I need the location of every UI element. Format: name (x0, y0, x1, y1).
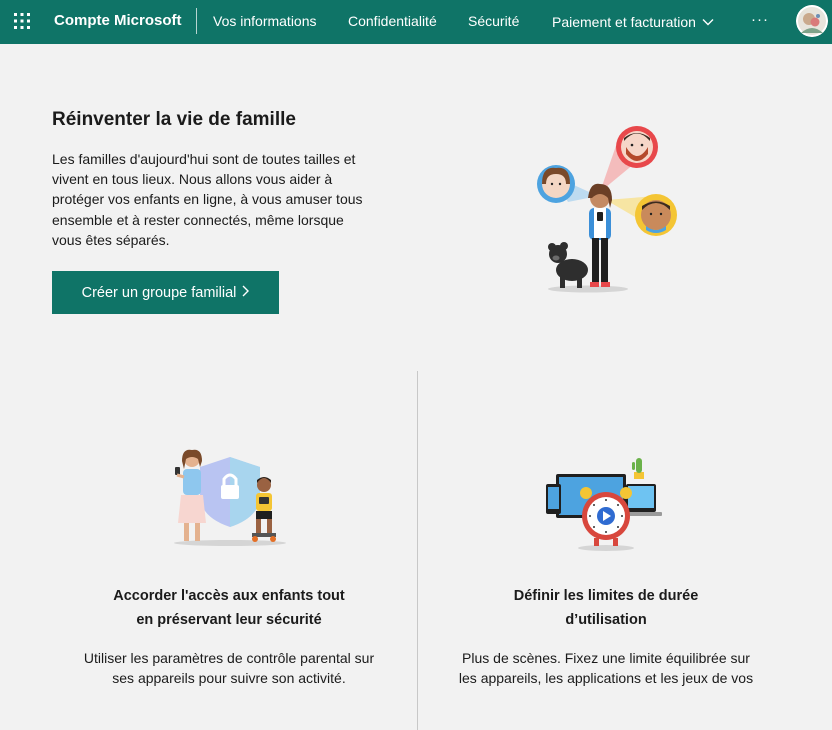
header-divider (196, 8, 197, 34)
card-screen-time-title-line2: d’utilisation (565, 612, 647, 628)
nav-paiement-facturation[interactable]: Paiement et facturation (552, 13, 714, 30)
create-family-group-button[interactable]: Créer un groupe familial (52, 271, 279, 314)
family-illustration (528, 124, 683, 299)
parental-control-illustration (164, 447, 294, 547)
card-parental-title-line2: en préservant leur sécurité (136, 612, 322, 628)
screen-time-illustration (542, 456, 672, 556)
nav-vos-informations[interactable]: Vos informations (213, 13, 317, 29)
nav-paiement-label: Paiement et facturation (552, 14, 696, 30)
chevron-right-icon (242, 285, 250, 301)
card-parental-title: Accorder l'accès aux enfants tout en pré… (79, 584, 379, 632)
card-parental-title-line1: Accorder l'accès aux enfants tout (113, 588, 345, 604)
card-parental-description: Utiliser les paramètres de contrôle pare… (83, 650, 375, 686)
card-screen-time-description: Plus de scènes. Fixez une limite équilib… (458, 650, 754, 686)
nav-securite[interactable]: Sécurité (468, 13, 519, 29)
brand-link[interactable]: Compte Microsoft (54, 12, 182, 29)
card-screen-time-title: Définir les limites de durée d’utilisati… (456, 584, 756, 632)
hero-title: Réinventer la vie de famille (52, 109, 296, 130)
card-screen-time-title-line1: Définir les limites de durée (513, 588, 699, 604)
app-launcher-icon[interactable] (13, 12, 31, 30)
create-family-group-label: Créer un groupe familial (81, 284, 237, 301)
avatar[interactable] (796, 5, 828, 37)
chevron-down-icon (702, 13, 714, 29)
card-divider (417, 371, 418, 730)
nav-confidentialite[interactable]: Confidentialité (348, 13, 437, 29)
top-bar: Compte Microsoft Vos informations Confid… (0, 0, 832, 44)
more-options-button[interactable]: ··· (751, 11, 769, 28)
hero-description: Les familles d'aujourd'hui sont de toute… (52, 151, 363, 248)
